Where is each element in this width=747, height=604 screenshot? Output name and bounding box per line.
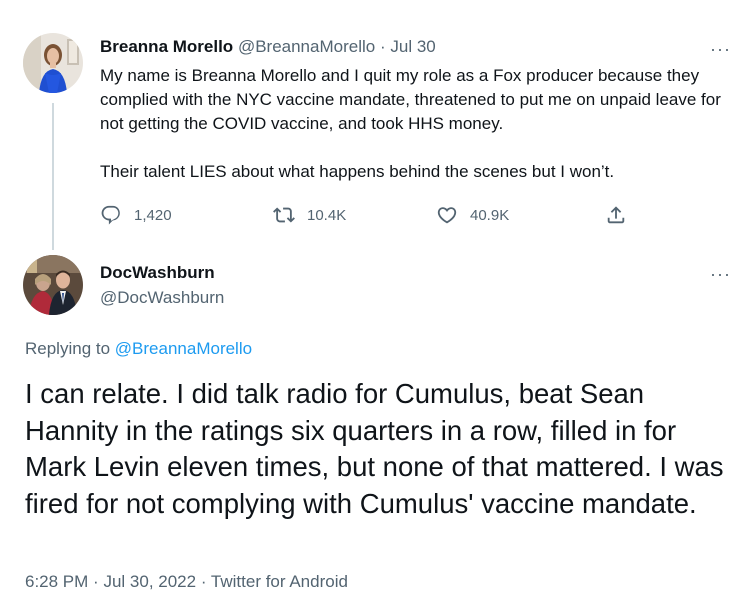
avatar-breanna[interactable] (23, 33, 83, 93)
replying-to: Replying to @BreannaMorello (25, 339, 252, 359)
tweet1-text: My name is Breanna Morello and I quit my… (100, 64, 735, 184)
tweet1-actions: 1,420 10.4K 40.9K (100, 203, 640, 227)
like-button[interactable]: 40.9K (436, 203, 509, 227)
tweet1-author-handle[interactable]: @BreannaMorello (238, 37, 375, 56)
retweet-count: 10.4K (307, 206, 347, 224)
avatar-photo (23, 255, 83, 315)
tweet1-author-name[interactable]: Breanna Morello (100, 37, 233, 56)
tweet1-header: Breanna Morello @BreannaMorello · Jul 30 (100, 37, 436, 57)
tweet2-time[interactable]: 6:28 PM (25, 572, 88, 591)
tweet2-separator-1: · (93, 572, 99, 591)
avatar-photo (23, 33, 83, 93)
tweet2-text: I can relate. I did talk radio for Cumul… (25, 378, 724, 519)
avatar-docwashburn[interactable] (23, 255, 83, 315)
tweet2-author-name[interactable]: DocWashburn (100, 263, 215, 283)
tweet1-paragraph-1: My name is Breanna Morello and I quit my… (100, 66, 721, 133)
reply-count: 1,420 (134, 206, 172, 224)
share-button[interactable] (605, 203, 639, 227)
tweet2-author-handle[interactable]: @DocWashburn (100, 288, 224, 308)
tweet2-date[interactable]: Jul 30, 2022 (103, 572, 196, 591)
tweet1-date[interactable]: Jul 30 (390, 37, 435, 56)
retweet-icon (273, 207, 295, 223)
tweet1-paragraph-2: Their talent LIES about what happens beh… (100, 162, 615, 181)
like-icon (437, 207, 457, 224)
reply-icon (101, 205, 120, 225)
tweet1-separator: · (379, 37, 386, 56)
thread-line (52, 103, 54, 250)
share-icon (607, 206, 625, 224)
tweet2-separator-2: · (200, 572, 207, 591)
replying-to-mention[interactable]: @BreannaMorello (115, 339, 252, 358)
retweet-button[interactable]: 10.4K (273, 203, 346, 227)
tweet1-more-icon[interactable]: ··· (710, 40, 731, 58)
like-count: 40.9K (470, 206, 510, 224)
tweet2-meta: 6:28 PM · Jul 30, 2022 · Twitter for And… (25, 572, 348, 592)
replying-to-label: Replying to (25, 339, 111, 358)
tweet2-more-icon[interactable]: ··· (710, 265, 731, 283)
tweet2-source[interactable]: Twitter for Android (211, 572, 348, 591)
reply-button[interactable]: 1,420 (100, 203, 172, 227)
